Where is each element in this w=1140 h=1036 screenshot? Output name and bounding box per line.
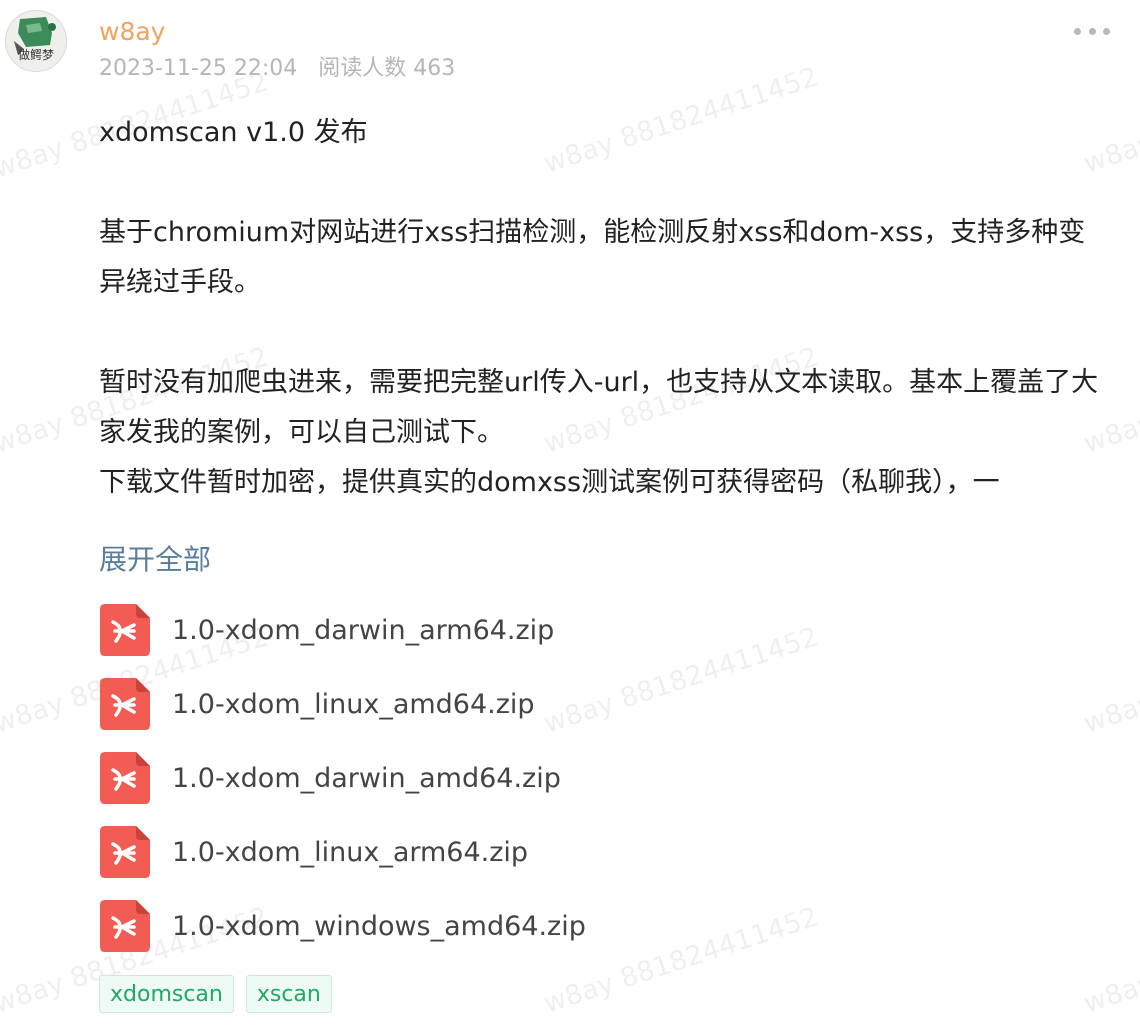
attachment-filename: 1.0-xdom_linux_arm64.zip: [172, 836, 529, 868]
tag-xdomscan[interactable]: xdomscan: [99, 975, 234, 1013]
read-count: 阅读人数 463: [318, 56, 456, 81]
post-paragraph-truncated: 下载文件暂时加密，提供真实的domxss测试案例可获得密码（私聊我），一: [99, 467, 1000, 498]
post-paragraph: 基于chromium对网站进行xss扫描检测，能检测反射xss和dom-xss，…: [99, 217, 1086, 298]
attachment-filename: 1.0-xdom_windows_amd64.zip: [172, 910, 586, 942]
post-content: xdomscan v1.0 发布 基于chromium对网站进行xss扫描检测，…: [99, 108, 1109, 508]
pdf-file-icon: [100, 826, 150, 878]
post-title: xdomscan v1.0 发布: [99, 117, 368, 148]
pdf-file-icon: [100, 752, 150, 804]
pdf-file-icon: [100, 604, 150, 656]
attachment-filename: 1.0-xdom_darwin_amd64.zip: [172, 762, 561, 794]
attachment-item[interactable]: 1.0-xdom_windows_amd64.zip: [100, 900, 1000, 952]
post-datetime: 2023-11-25 22:04: [99, 56, 298, 81]
more-dot-icon: [1103, 28, 1110, 35]
more-dot-icon: [1074, 28, 1081, 35]
pdf-file-icon: [100, 678, 150, 730]
attachment-list: 1.0-xdom_darwin_arm64.zip 1.0-xdom_linux…: [100, 604, 1000, 974]
tag-xscan[interactable]: xscan: [245, 975, 332, 1013]
more-dot-icon: [1088, 28, 1096, 35]
avatar[interactable]: 做鳄梦: [5, 10, 67, 72]
pdf-file-icon: [100, 900, 150, 952]
tag-list: xdomscan xscan: [99, 975, 344, 1013]
post-paragraph: 暂时没有加爬虫进来，需要把完整url传入-url，也支持从文本读取。基本上覆盖了…: [99, 367, 1099, 448]
attachment-item[interactable]: 1.0-xdom_linux_amd64.zip: [100, 678, 1000, 730]
attachment-item[interactable]: 1.0-xdom_linux_arm64.zip: [100, 826, 1000, 878]
attachment-filename: 1.0-xdom_linux_amd64.zip: [172, 688, 535, 720]
attachment-item[interactable]: 1.0-xdom_darwin_amd64.zip: [100, 752, 1000, 804]
watermark: w8ay 881824411452: [1080, 621, 1140, 740]
attachment-filename: 1.0-xdom_darwin_arm64.zip: [172, 614, 555, 646]
expand-all-link[interactable]: 展开全部: [99, 538, 211, 582]
attachment-item[interactable]: 1.0-xdom_darwin_arm64.zip: [100, 604, 1000, 656]
post-meta: 2023-11-25 22:04 阅读人数 463: [99, 55, 455, 83]
avatar-caption: 做鳄梦: [17, 48, 54, 62]
more-options-button[interactable]: [1074, 28, 1110, 38]
author-name[interactable]: w8ay: [99, 16, 165, 48]
watermark: w8ay 881824411452: [1080, 901, 1140, 1020]
